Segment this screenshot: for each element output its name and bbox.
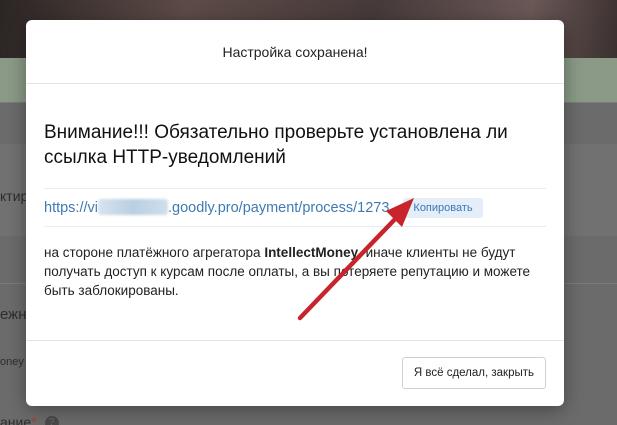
warning-note: на стороне платёжного агрегатора Intelle… <box>44 243 544 300</box>
url-suffix: .goodly.pro/payment/process/1273 <box>168 200 390 216</box>
modal-header: Настройка сохранена! <box>26 20 564 84</box>
settings-saved-modal: Настройка сохранена! Внимание!!! Обязате… <box>26 20 564 406</box>
background-label: ежн <box>0 306 27 323</box>
notification-url-row: https://vi .goodly.pro/payment/process/12… <box>44 188 546 227</box>
close-button[interactable]: Я всё сделал, закрыть <box>401 357 546 389</box>
copy-button[interactable]: Копировать <box>403 197 483 218</box>
note-text: на стороне платёжного агрегатора <box>44 245 265 260</box>
modal-title: Настройка сохранена! <box>222 43 368 60</box>
background-label-text: ание <box>0 414 32 425</box>
background-label: oney <box>0 356 24 368</box>
notification-url[interactable]: https://vi .goodly.pro/payment/process/12… <box>44 199 389 216</box>
modal-footer: Я всё сделал, закрыть <box>26 340 564 406</box>
help-icon: ? <box>44 416 59 425</box>
background-label: ание*? <box>0 414 59 425</box>
background-label: ктир <box>0 188 29 204</box>
required-mark: * <box>31 414 37 425</box>
redacted-blur <box>98 199 168 215</box>
url-prefix: https://vi <box>44 200 98 216</box>
warning-heading: Внимание!!! Обязательно проверьте устано… <box>44 122 508 168</box>
aggregator-name: IntellectMoney <box>264 245 359 260</box>
modal-body: Внимание!!! Обязательно проверьте устано… <box>26 84 564 300</box>
